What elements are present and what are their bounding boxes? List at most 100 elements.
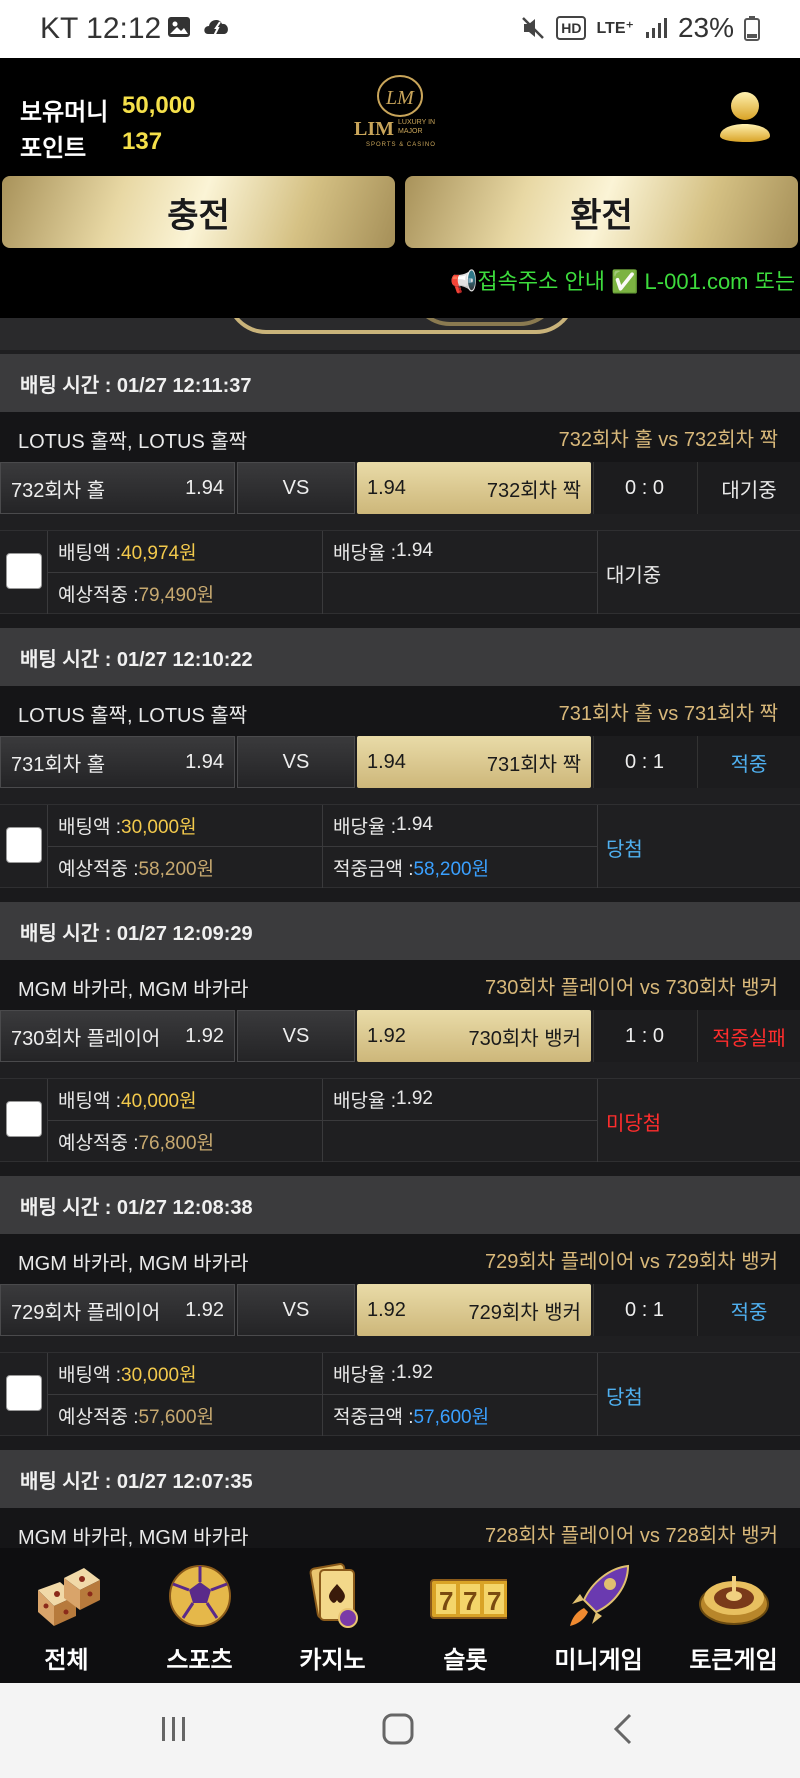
nav-sports[interactable]: 스포츠 bbox=[133, 1548, 266, 1683]
game-name: MGM 바카라, MGM 바카라 bbox=[18, 979, 249, 1001]
expected-win-label: 예상적중 : bbox=[58, 1132, 139, 1154]
expected-win-label: 예상적중 : bbox=[58, 858, 139, 880]
away-odds: 1.92 bbox=[367, 1024, 406, 1047]
odds-rate-label: 배당율 : bbox=[333, 542, 396, 564]
bet-detail: 배팅액 : 40,000원 배당율 : 1.92 예상적중 : 76,800원 bbox=[0, 1078, 800, 1163]
nav-slot-label: 슬롯 bbox=[443, 1647, 488, 1674]
bet-amount-label: 배팅액 : bbox=[58, 1364, 121, 1386]
status-bar: KT 12:12 HD LTE⁺ 23% bbox=[0, 0, 800, 58]
win-amount-label: 적중금액 : bbox=[333, 1406, 414, 1428]
away-pick-label: 731회차 짝 bbox=[486, 753, 581, 776]
rocket-icon bbox=[570, 1564, 630, 1626]
logo-tagline: SPORTS & CASINO bbox=[366, 142, 436, 148]
cloud-icon bbox=[204, 20, 228, 37]
odds-rate-label: 배당율 : bbox=[333, 1364, 396, 1386]
bet-time-header: 배팅 시간 : 01/27 12:07:35 bbox=[0, 1450, 800, 1508]
vs-label: VS bbox=[237, 1010, 355, 1062]
home-odds: 1.94 bbox=[185, 476, 224, 499]
nav-casino[interactable]: 카지노 bbox=[266, 1548, 399, 1683]
bet-detail-grid: 배팅액 : 30,000원 배당율 : 1.94 예상적중 : 58,200원 … bbox=[47, 805, 598, 889]
bet-time: 배팅 시간 : 01/27 12:11:37 bbox=[20, 374, 252, 397]
money-label: 보유머니 bbox=[20, 99, 109, 126]
bet-status: 대기중 bbox=[606, 565, 662, 587]
win-amount: 58,200원 bbox=[413, 858, 490, 880]
vs-label: VS bbox=[237, 462, 355, 514]
home-odds: 1.92 bbox=[185, 1024, 224, 1047]
score: 1 : 0 bbox=[593, 1010, 695, 1062]
select-checkbox[interactable] bbox=[6, 827, 42, 863]
home-pick-button[interactable]: 732회차 홀 1.94 bbox=[0, 462, 235, 514]
site-logo[interactable]: LM LIM LUXURY IN MAJOR SPORTS & CASINO bbox=[350, 74, 450, 156]
away-pick-button[interactable]: 1.92 729회차 뱅커 bbox=[357, 1284, 591, 1336]
bet-detail-grid: 배팅액 : 40,000원 배당율 : 1.92 예상적중 : 76,800원 bbox=[47, 1079, 598, 1163]
roulette-icon bbox=[699, 1576, 769, 1625]
recent-apps-icon[interactable] bbox=[158, 1713, 190, 1745]
bet-status: 당첨 bbox=[606, 1387, 643, 1409]
bet-time: 배팅 시간 : 01/27 12:08:38 bbox=[20, 1196, 253, 1219]
tab-strip-partial bbox=[0, 318, 800, 350]
away-pick-button[interactable]: 1.94 731회차 짝 bbox=[357, 736, 591, 788]
nav-tokengame[interactable]: 토큰게임 bbox=[667, 1548, 800, 1683]
expected-win-cell: 예상적중 : 79,490원 bbox=[48, 573, 322, 613]
bet-amount-cell: 배팅액 : 40,000원 bbox=[48, 1079, 322, 1119]
odds-rate-label: 배당율 : bbox=[333, 1090, 396, 1112]
home-pick-button[interactable]: 730회차 플레이어 1.92 bbox=[0, 1010, 235, 1062]
odds-rate: 1.92 bbox=[396, 1362, 433, 1383]
select-checkbox[interactable] bbox=[6, 553, 42, 589]
home-pick-button[interactable]: 729회차 플레이어 1.92 bbox=[0, 1284, 235, 1336]
odds-row: 730회차 플레이어 1.92 VS 1.92 730회차 뱅커 1 : 0 적… bbox=[0, 1010, 800, 1062]
expected-win-label: 예상적중 : bbox=[58, 1406, 139, 1428]
withdraw-button[interactable]: 환전 bbox=[405, 176, 798, 248]
bet-time: 배팅 시간 : 01/27 12:10:22 bbox=[20, 648, 253, 671]
select-checkbox[interactable] bbox=[6, 1375, 42, 1411]
match-title: 732회차 홀 vs 732회차 짝 bbox=[558, 429, 778, 451]
nav-sports-label: 스포츠 bbox=[166, 1647, 233, 1674]
system-nav-bar bbox=[0, 1683, 800, 1778]
bet-amount-cell: 배팅액 : 30,000원 bbox=[48, 805, 322, 845]
bet-time-header: 배팅 시간 : 01/27 12:11:37 bbox=[0, 354, 800, 412]
expected-win: 57,600원 bbox=[138, 1406, 215, 1428]
bottom-nav: 전체 스포츠 카지노 7 7 7 슬롯 미니게임 토큰게임 bbox=[0, 1548, 800, 1683]
expected-win-cell: 예상적중 : 58,200원 bbox=[48, 847, 322, 887]
win-amount-cell bbox=[323, 1121, 597, 1161]
expected-win-cell: 예상적중 : 76,800원 bbox=[48, 1121, 322, 1161]
back-icon[interactable] bbox=[608, 1711, 638, 1747]
app-header: 보유머니 50,000 포인트 137 LM LIM LUXURY IN MAJ… bbox=[0, 58, 800, 318]
select-checkbox[interactable] bbox=[6, 1101, 42, 1137]
nav-minigame[interactable]: 미니게임 bbox=[532, 1548, 665, 1683]
result-badge: 적중 bbox=[697, 736, 800, 788]
game-name: LOTUS 홀짝, LOTUS 홀짝 bbox=[18, 705, 248, 727]
score: 0 : 1 bbox=[593, 736, 695, 788]
bet-amount-cell: 배팅액 : 30,000원 bbox=[48, 1353, 322, 1393]
image-icon bbox=[168, 17, 190, 37]
bet-game-row: MGM 바카라, MGM 바카라 730회차 플레이어 vs 730회차 뱅커 bbox=[0, 960, 800, 1010]
status-time: KT 12:12 bbox=[40, 12, 162, 45]
lte-icon: LTE⁺ bbox=[596, 20, 634, 37]
bet-time-header: 배팅 시간 : 01/27 12:10:22 bbox=[0, 628, 800, 686]
win-amount-cell bbox=[323, 573, 597, 613]
result-badge: 대기중 bbox=[697, 462, 800, 514]
nav-slot[interactable]: 7 7 7 슬롯 bbox=[399, 1548, 532, 1683]
bet-amount: 40,000원 bbox=[121, 1090, 197, 1112]
match-title: 728회차 플레이어 vs 728회차 뱅커 bbox=[485, 1525, 778, 1547]
bet-time: 배팅 시간 : 01/27 12:07:35 bbox=[20, 1470, 253, 1493]
score: 0 : 1 bbox=[593, 1284, 695, 1336]
away-pick-button[interactable]: 1.94 732회차 짝 bbox=[357, 462, 591, 514]
bet-detail-grid: 배팅액 : 40,974원 배당율 : 1.94 예상적중 : 79,490원 bbox=[47, 531, 598, 615]
bet-game-row: LOTUS 홀짝, LOTUS 홀짝 732회차 홀 vs 732회차 짝 bbox=[0, 412, 800, 462]
nav-all[interactable]: 전체 bbox=[0, 1548, 133, 1683]
user-avatar-icon[interactable] bbox=[716, 88, 774, 148]
win-amount-label: 적중금액 : bbox=[333, 858, 414, 880]
bet-amount-label: 배팅액 : bbox=[58, 816, 121, 838]
home-pick-button[interactable]: 731회차 홀 1.94 bbox=[0, 736, 235, 788]
points-label: 포인트 bbox=[20, 135, 87, 162]
nav-minigame-label: 미니게임 bbox=[554, 1647, 643, 1674]
match-title: 731회차 홀 vs 731회차 짝 bbox=[558, 703, 778, 725]
home-pick-label: 730회차 플레이어 bbox=[11, 1027, 161, 1050]
away-pick-button[interactable]: 1.92 730회차 뱅커 bbox=[357, 1010, 591, 1062]
home-icon[interactable] bbox=[380, 1711, 416, 1747]
deposit-button[interactable]: 충전 bbox=[2, 176, 395, 248]
battery-icon bbox=[744, 16, 760, 41]
nav-all-label: 전체 bbox=[44, 1647, 89, 1674]
bet-amount-cell: 배팅액 : 40,974원 bbox=[48, 531, 322, 571]
